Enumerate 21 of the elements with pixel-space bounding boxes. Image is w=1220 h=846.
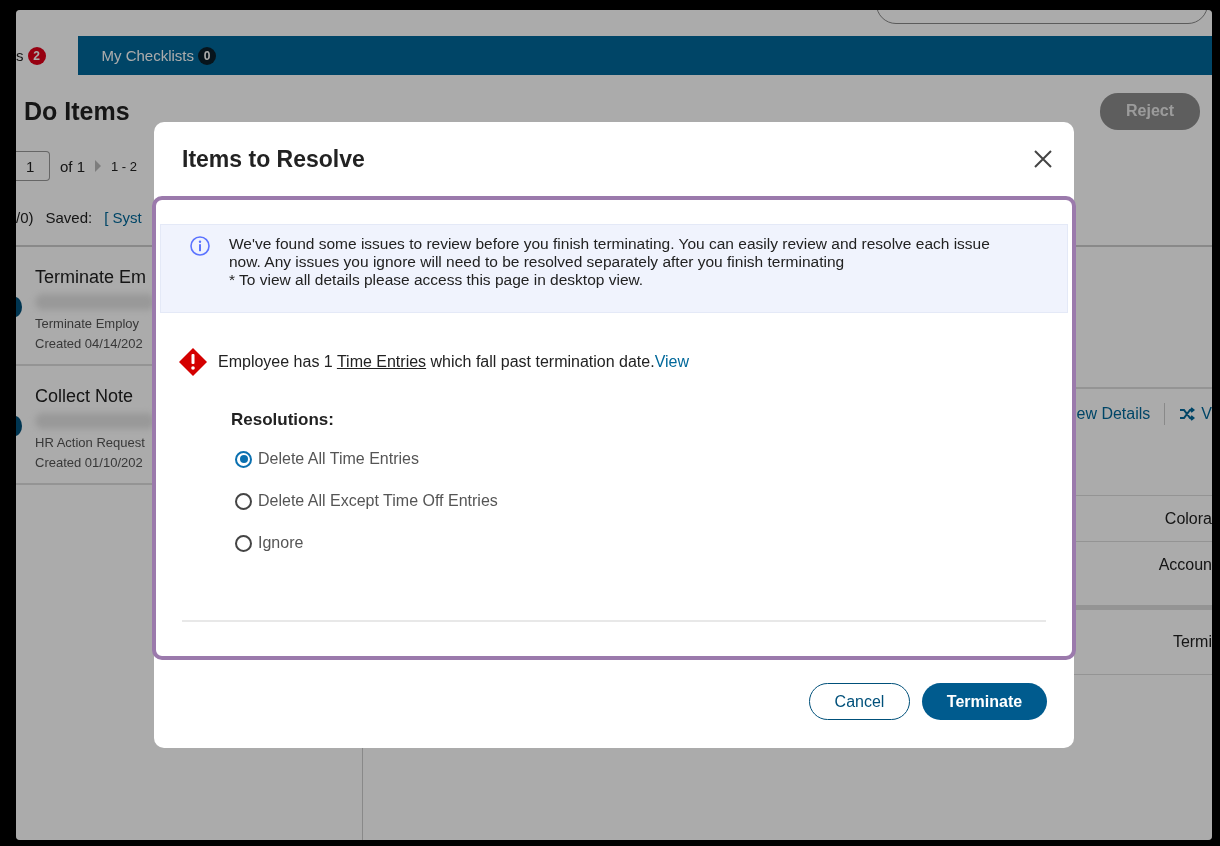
saved-label: Saved: — [45, 208, 93, 226]
resolutions-label: Resolutions: — [231, 410, 335, 430]
created-date: Created 04/14/202 — [35, 335, 143, 353]
info-message: We've found some issues to review before you finish terminating. You can easily review and resolve each issue now. Any issues you ignore will need to be resolved separately after you finish terminating — [229, 235, 991, 271]
task-title: Collect Note — [35, 386, 134, 407]
created-date: Created 01/10/202 — [35, 454, 143, 472]
info-note: * To view all details please access this page in desktop view. — [229, 271, 645, 289]
detail-value: Termi — [1172, 633, 1212, 651]
count-badge: 2 — [27, 46, 46, 65]
issue-message: Employee has 1 Time Entries which fall past termination date.View — [218, 353, 690, 371]
task-title: Terminate Em — [35, 267, 147, 288]
filter-count: /0) — [16, 208, 34, 226]
count-badge: 0 — [198, 46, 216, 65]
detail-value: Accoun — [1158, 555, 1212, 574]
page-title: Do Items — [24, 96, 130, 126]
page-count: of 1 — [60, 157, 86, 175]
task-type: Terminate Employ — [35, 315, 140, 333]
detail-value: Colora — [1164, 509, 1212, 528]
dialog-title: Items to Resolve — [182, 145, 365, 173]
task-type: HR Action Request — [35, 434, 145, 452]
item-range: 1 - 2 — [111, 158, 138, 174]
